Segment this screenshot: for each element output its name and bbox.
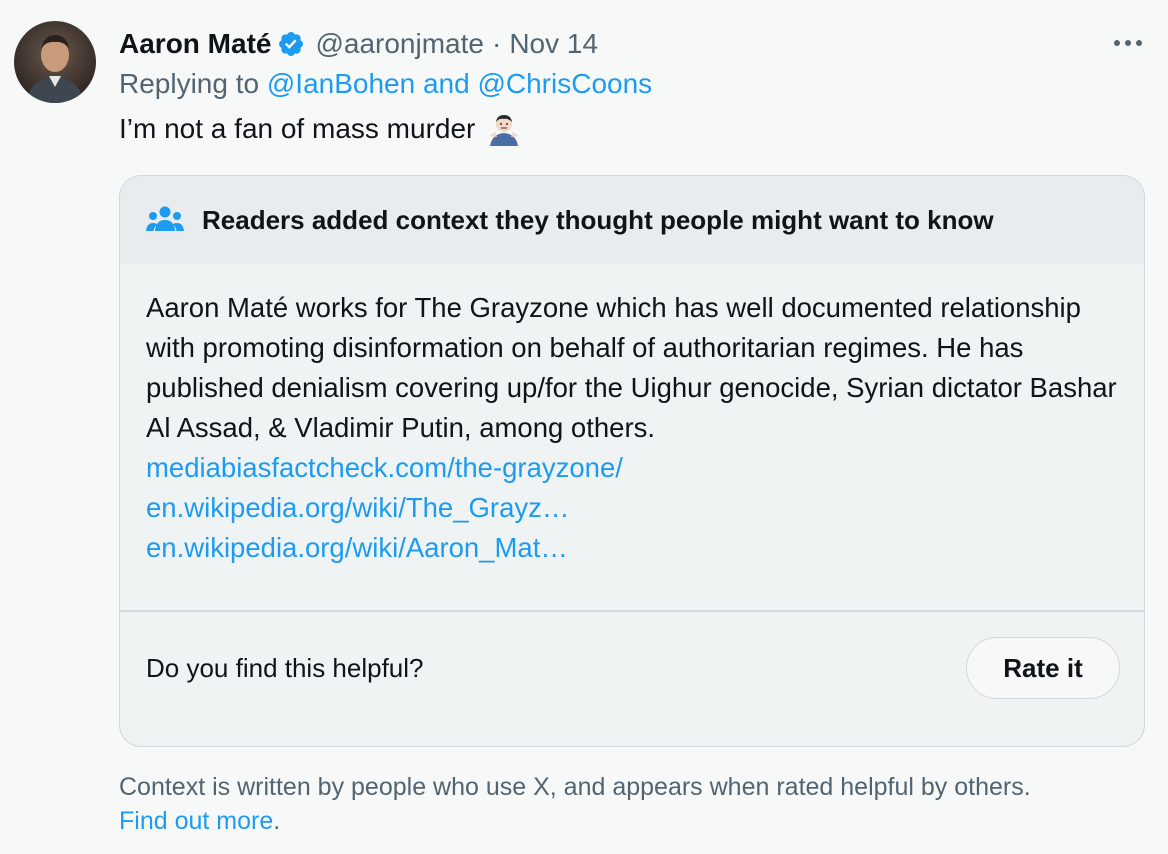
disclaimer-suffix: .: [273, 807, 281, 835]
note-source-link[interactable]: en.wikipedia.org/wiki/Aaron_Mat…: [146, 528, 1118, 568]
note-source-link[interactable]: en.wikipedia.org/wiki/The_Grayz…: [146, 488, 1118, 528]
more-options-icon[interactable]: [1110, 28, 1146, 58]
people-icon: [146, 205, 184, 235]
tweet-date[interactable]: Nov 14: [509, 28, 598, 60]
author-handle[interactable]: @aaronjmate: [315, 28, 484, 60]
verified-badge-icon: [277, 30, 305, 58]
replying-to: Replying to @IanBohen and @ChrisCoons: [119, 68, 652, 100]
avatar[interactable]: [14, 21, 96, 103]
helpful-question: Do you find this helpful?: [146, 652, 424, 683]
note-footer: Do you find this helpful? Rate it: [120, 612, 1144, 725]
reply-user-link[interactable]: @ChrisCoons: [477, 68, 652, 99]
note-title: Readers added context they thought peopl…: [202, 204, 994, 235]
man-shrugging-emoji-icon: [487, 112, 521, 146]
rate-it-button[interactable]: Rate it: [966, 637, 1120, 699]
disclaimer-text: Context is written by people who use X, …: [119, 773, 1031, 801]
tweet-body: I’m not a fan of mass murder: [119, 113, 476, 144]
note-header: Readers added context they thought peopl…: [120, 176, 1144, 264]
reply-connector: and: [422, 68, 470, 99]
tweet-text: I’m not a fan of mass murder: [119, 112, 521, 146]
note-source-link[interactable]: mediabiasfactcheck.com/the-grayzone/: [146, 448, 1118, 488]
reply-user-link[interactable]: @IanBohen: [267, 68, 415, 99]
tweet-header: Aaron Maté @aaronjmate · Nov 14: [119, 24, 598, 64]
note-body: Aaron Maté works for The Grayzone which …: [120, 264, 1144, 610]
find-out-more-link[interactable]: Find out more: [119, 807, 273, 835]
note-text: Aaron Maté works for The Grayzone which …: [146, 292, 1117, 443]
community-note: Readers added context they thought peopl…: [119, 175, 1145, 747]
author-name[interactable]: Aaron Maté: [119, 28, 271, 60]
separator-dot: ·: [491, 28, 502, 59]
note-disclaimer: Context is written by people who use X, …: [119, 770, 1139, 838]
replying-prefix: Replying to: [119, 68, 260, 99]
